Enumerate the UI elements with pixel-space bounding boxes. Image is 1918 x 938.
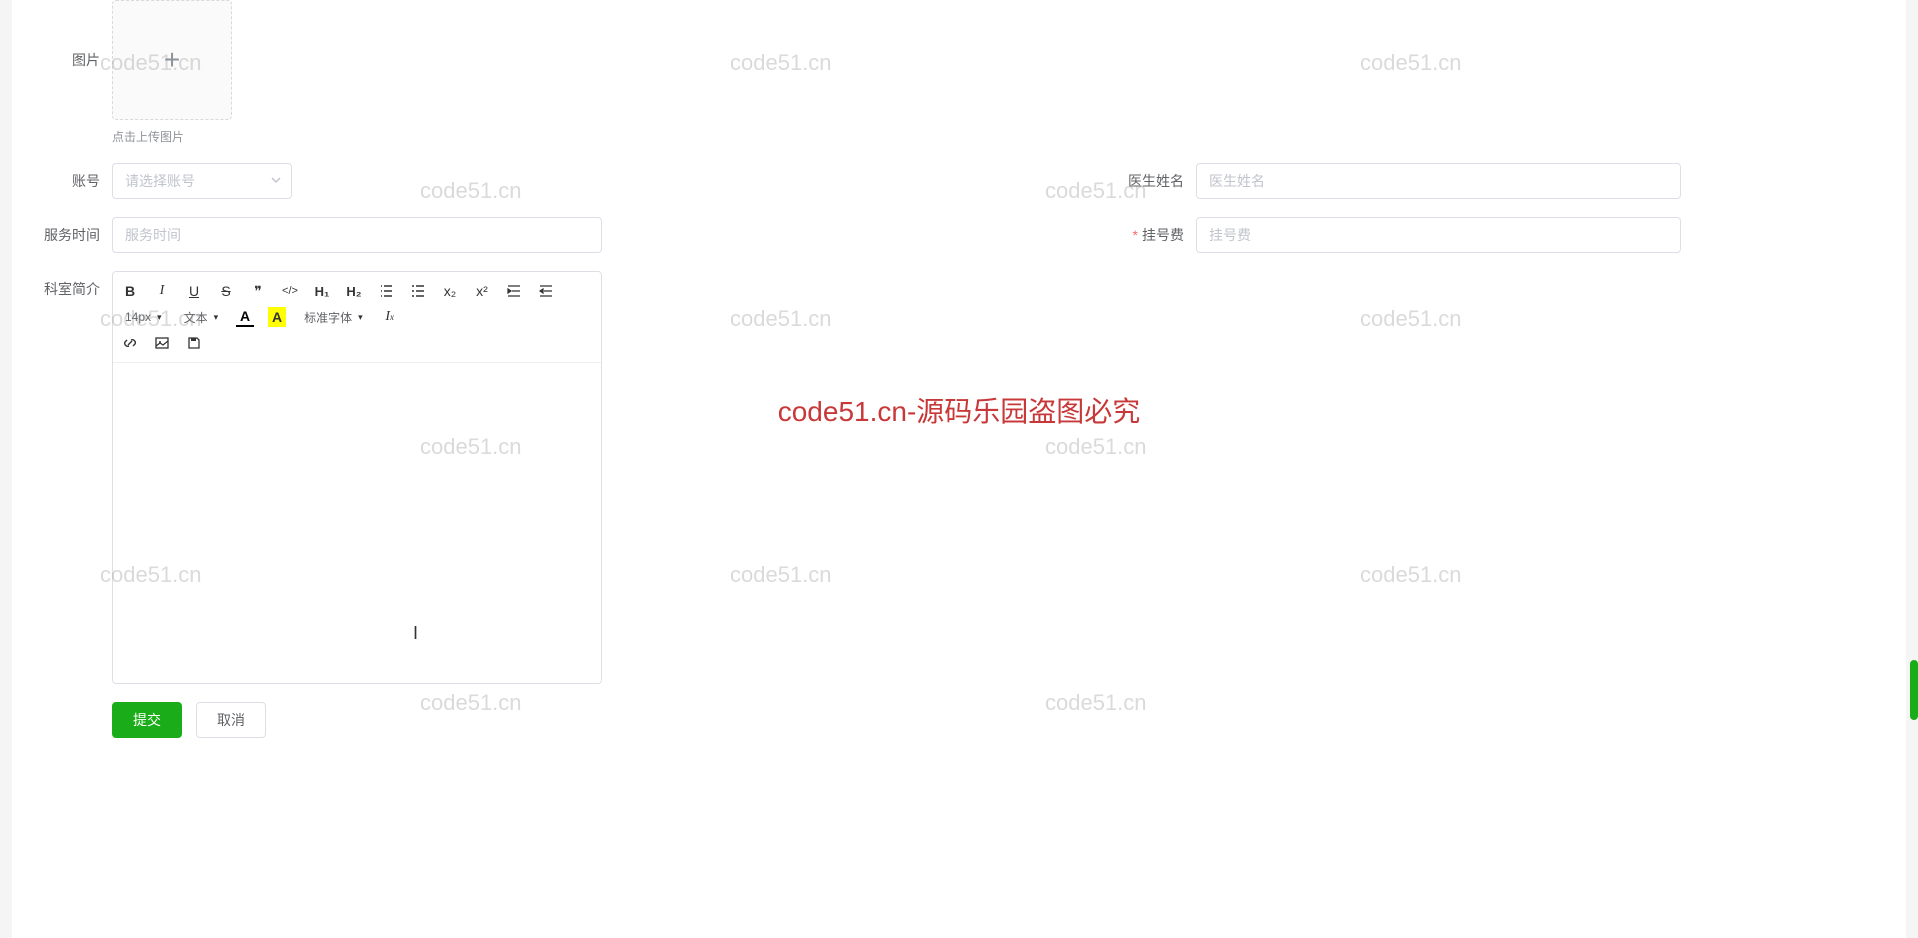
submit-button[interactable]: 提交 bbox=[112, 702, 182, 738]
image-button[interactable] bbox=[153, 333, 171, 353]
subscript-button[interactable]: x₂ bbox=[441, 281, 459, 301]
superscript-button[interactable]: x² bbox=[473, 281, 491, 301]
department-intro-label: 科室简介 bbox=[32, 271, 112, 299]
underline-button[interactable]: U bbox=[185, 281, 203, 301]
rich-editor: B I U S ❞ </> H₁ H₂ x₂ bbox=[112, 271, 602, 684]
bg-color-button[interactable]: A bbox=[268, 307, 286, 327]
account-label: 账号 bbox=[32, 163, 112, 199]
image-field: 图片 + 点击上传图片 bbox=[32, 0, 232, 145]
h1-button[interactable]: H₁ bbox=[313, 281, 331, 301]
code-button[interactable]: </> bbox=[281, 281, 299, 301]
editor-toolbar: B I U S ❞ </> H₁ H₂ x₂ bbox=[113, 272, 601, 363]
service-time-label: 服务时间 bbox=[32, 217, 112, 253]
cancel-button[interactable]: 取消 bbox=[196, 702, 266, 738]
account-select[interactable] bbox=[112, 163, 292, 199]
editor-content-area[interactable]: I bbox=[113, 363, 601, 683]
text-cursor-icon: I bbox=[413, 623, 418, 644]
text-color-button[interactable]: A bbox=[236, 307, 254, 327]
bold-button[interactable]: B bbox=[121, 281, 139, 301]
italic-button[interactable]: I bbox=[153, 281, 171, 301]
font-family-select[interactable]: 标准字体▾ bbox=[300, 309, 367, 326]
service-time-input[interactable] bbox=[112, 217, 602, 253]
upload-hint: 点击上传图片 bbox=[112, 128, 232, 145]
h2-button[interactable]: H₂ bbox=[345, 281, 363, 301]
link-button[interactable] bbox=[121, 333, 139, 353]
form-panel: 图片 + 点击上传图片 账号 医生姓名 服务时 bbox=[12, 0, 1906, 938]
strike-button[interactable]: S bbox=[217, 281, 235, 301]
outdent-button[interactable] bbox=[537, 281, 555, 301]
doctor-name-input[interactable] bbox=[1196, 163, 1681, 199]
save-icon-button[interactable] bbox=[185, 333, 203, 353]
unordered-list-button[interactable] bbox=[409, 281, 427, 301]
doctor-name-label: 医生姓名 bbox=[1116, 163, 1196, 199]
quote-button[interactable]: ❞ bbox=[249, 281, 267, 301]
font-size-select[interactable]: 14px▾ bbox=[121, 310, 166, 324]
scrollbar-thumb[interactable] bbox=[1910, 660, 1918, 720]
indent-button[interactable] bbox=[505, 281, 523, 301]
plus-icon: + bbox=[164, 44, 180, 76]
registration-fee-input[interactable] bbox=[1196, 217, 1681, 253]
registration-fee-label: *挂号费 bbox=[1116, 217, 1196, 253]
image-upload-box[interactable]: + bbox=[112, 0, 232, 120]
clear-format-button[interactable]: Ix bbox=[381, 307, 399, 327]
ordered-list-button[interactable] bbox=[377, 281, 395, 301]
text-style-select[interactable]: 文本▾ bbox=[180, 309, 223, 326]
image-label: 图片 bbox=[32, 0, 112, 70]
